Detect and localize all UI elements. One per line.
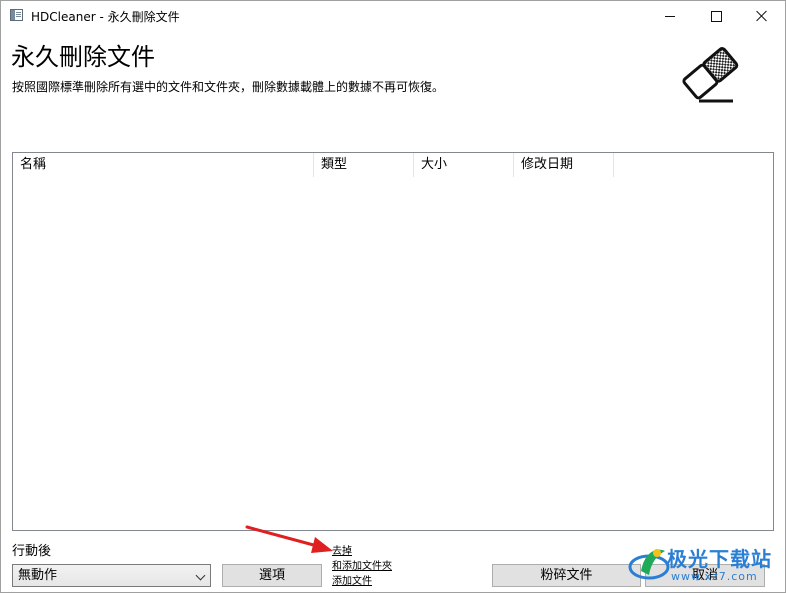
shred-files-button[interactable]: 粉碎文件 xyxy=(492,564,641,587)
list-header: 名稱 類型 大小 修改日期 xyxy=(13,153,773,177)
title-bar[interactable]: HDCleaner - 永久刪除文件 xyxy=(1,1,785,31)
after-action-label: 行動後 xyxy=(12,544,52,559)
app-icon xyxy=(10,9,23,21)
column-header-name[interactable]: 名稱 xyxy=(13,153,314,177)
column-header-modified[interactable]: 修改日期 xyxy=(514,153,614,177)
add-folder-link[interactable]: 和添加文件夾 xyxy=(332,557,392,572)
minimize-icon xyxy=(665,15,675,17)
maximize-icon xyxy=(710,10,722,22)
page-title: 永久刪除文件 xyxy=(11,43,155,71)
column-header-size[interactable]: 大小 xyxy=(414,153,514,177)
cancel-button[interactable]: 取消 xyxy=(645,564,765,587)
after-action-select[interactable]: 無動作 xyxy=(12,564,211,587)
close-icon xyxy=(756,10,768,22)
minimize-button[interactable] xyxy=(647,1,693,31)
window-title: HDCleaner - 永久刪除文件 xyxy=(31,10,180,24)
remove-link[interactable]: 去掉 xyxy=(332,542,352,557)
chevron-down-icon xyxy=(195,570,206,581)
column-header-type[interactable]: 類型 xyxy=(314,153,414,177)
eraser-icon xyxy=(682,47,739,103)
app-window: HDCleaner - 永久刪除文件 永久刪除文件 按照國際標準刪除所有選中的文… xyxy=(0,0,786,593)
file-list[interactable]: 名稱 類型 大小 修改日期 xyxy=(12,152,774,531)
maximize-button[interactable] xyxy=(693,1,739,31)
add-file-link[interactable]: 添加文件 xyxy=(332,572,372,587)
options-button[interactable]: 選項 xyxy=(222,564,322,587)
close-button[interactable] xyxy=(739,1,785,31)
after-action-value: 無動作 xyxy=(18,568,58,583)
page-description: 按照國際標準刪除所有選中的文件和文件夾，刪除數據載體上的數據不再可恢復。 xyxy=(12,80,445,94)
